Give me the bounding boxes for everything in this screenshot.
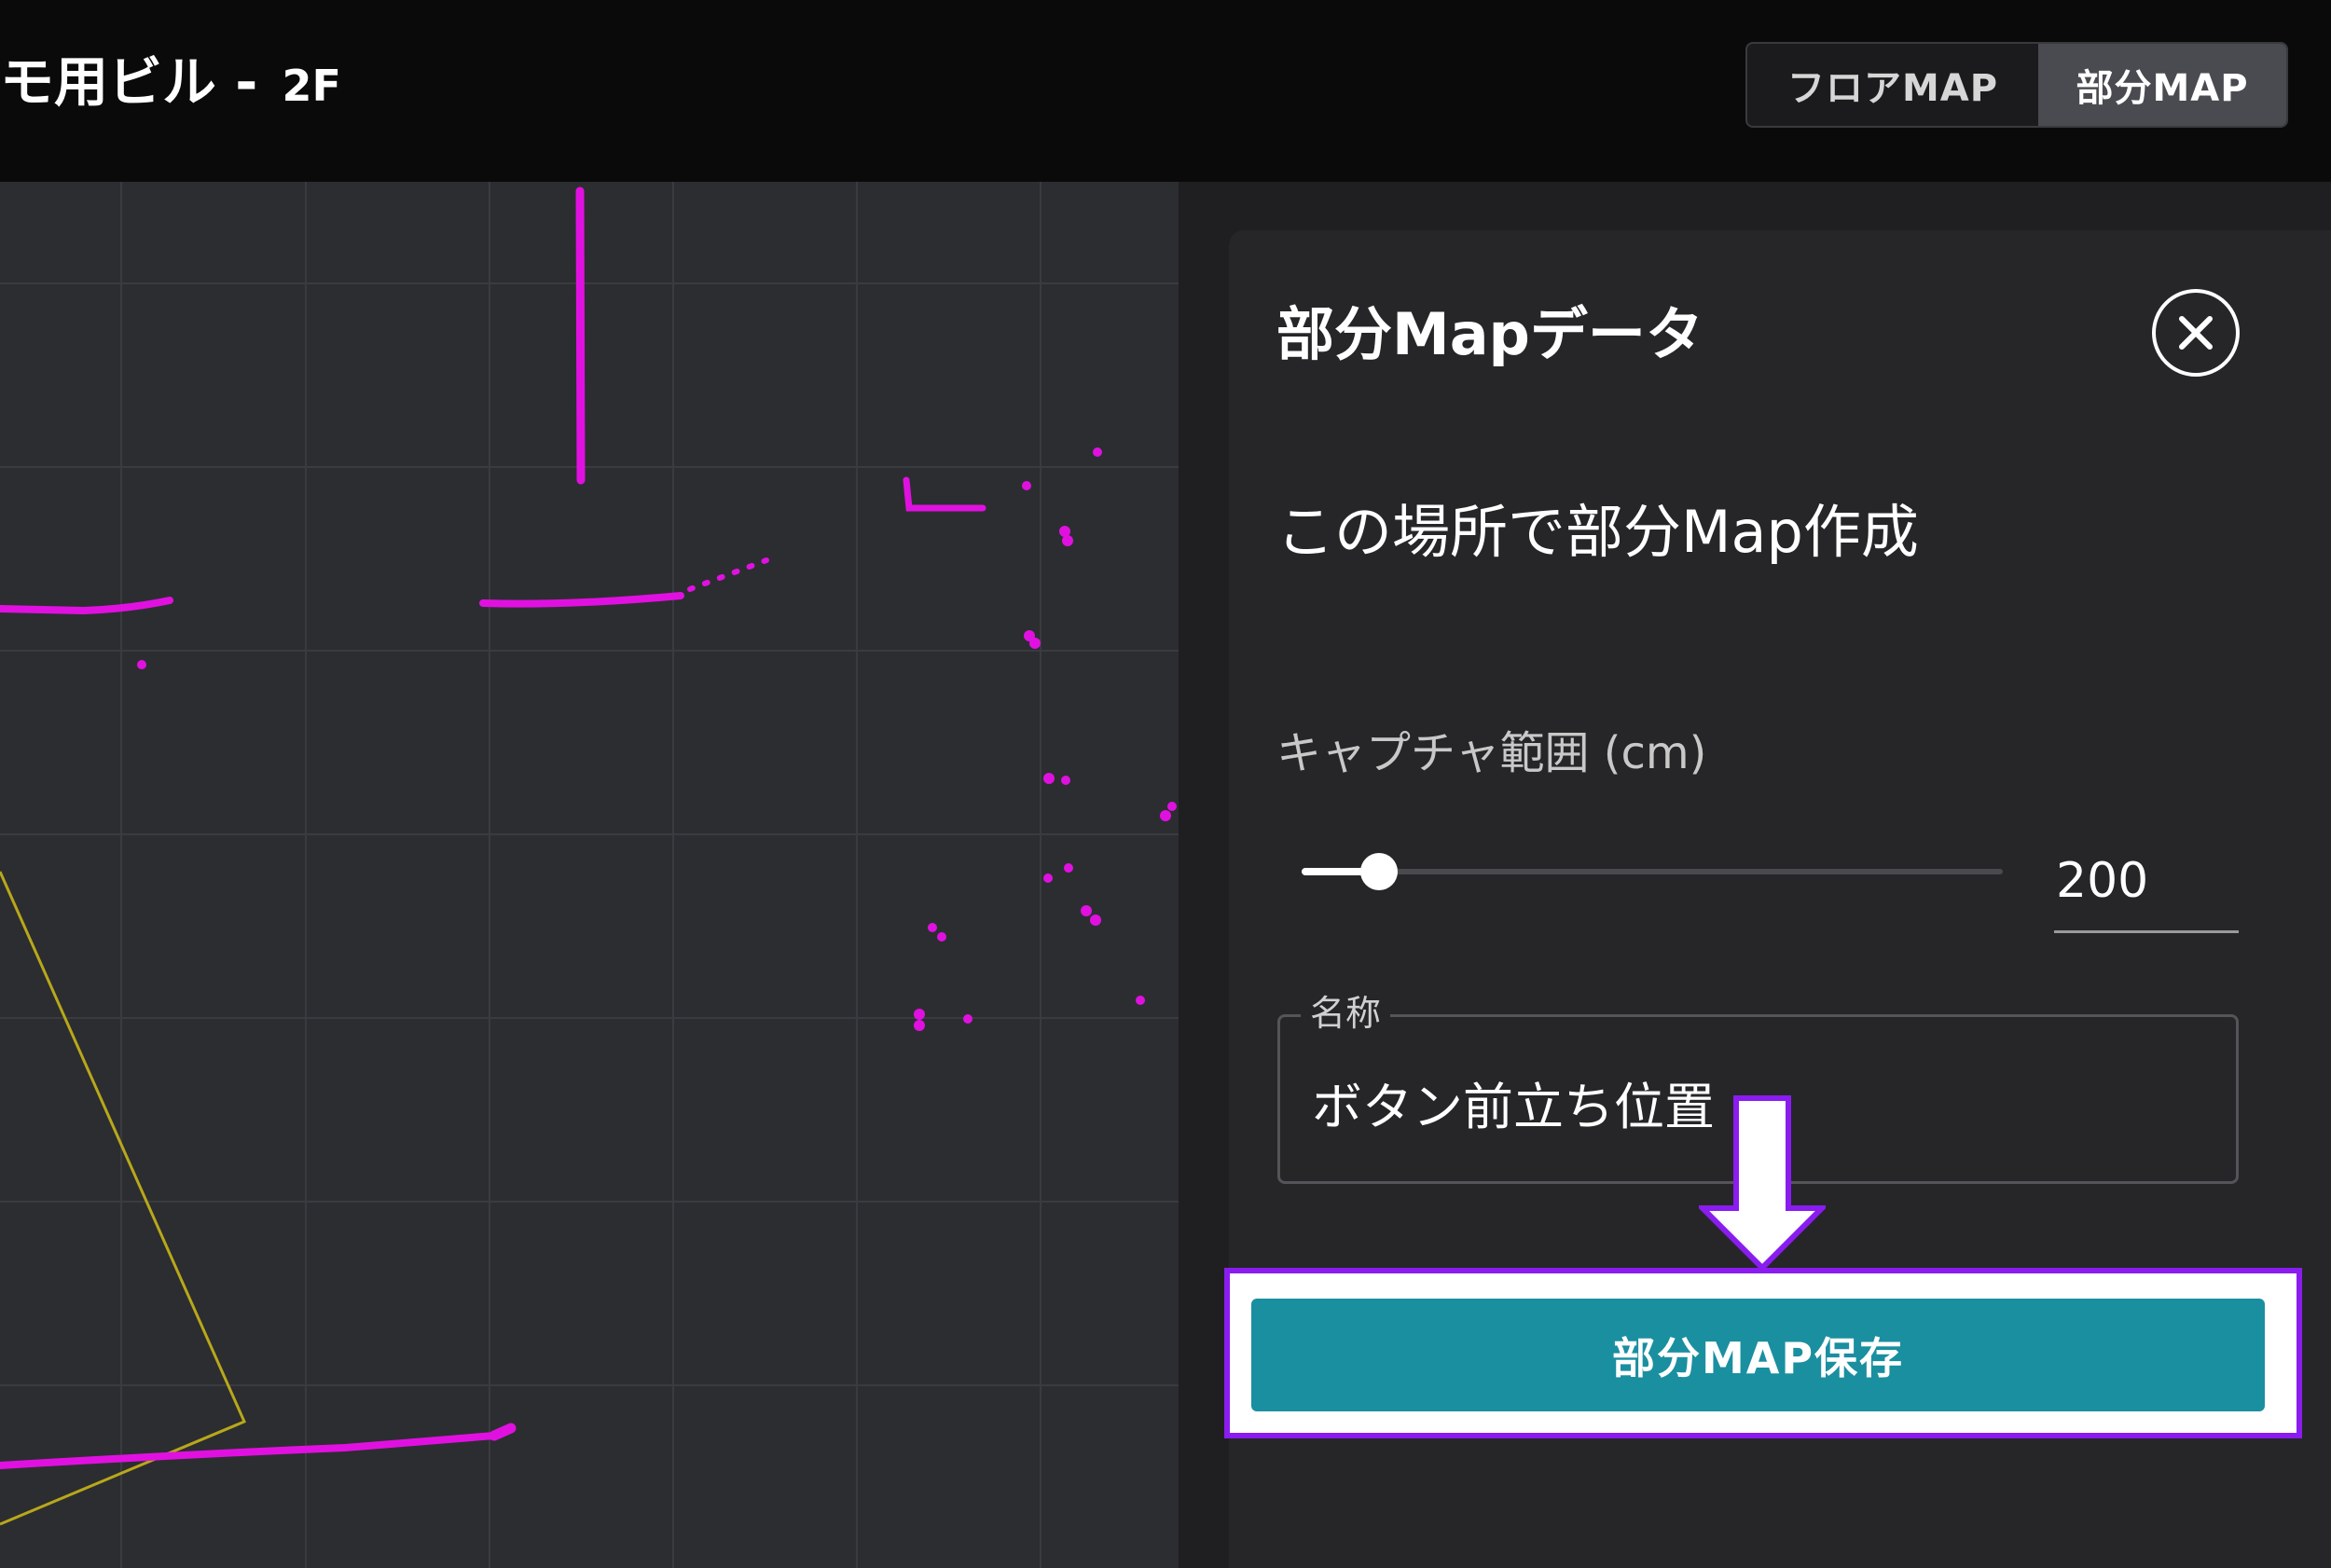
map-grid	[0, 182, 1179, 1568]
slider-rail	[1302, 869, 2003, 874]
lidar-isolated-points	[137, 447, 1177, 1031]
floor-map-toggle[interactable]: フロアMAP	[1747, 44, 2038, 126]
capture-range-slider[interactable]	[1302, 848, 2003, 895]
section-heading: この場所で部分Map作成	[1276, 498, 1919, 566]
close-icon	[2179, 316, 2213, 350]
save-part-map-button[interactable]: 部分MAP保存	[1251, 1299, 2265, 1411]
down-arrow-icon	[1699, 1095, 1826, 1272]
page-title: モ用ビル - 2F	[0, 45, 341, 123]
lidar-scan-points	[0, 186, 986, 1469]
name-field-value[interactable]: ボタン前立ち位置	[1312, 1066, 1715, 1139]
map-mode-toggle: フロアMAP 部分MAP	[1745, 42, 2288, 128]
capture-range-input[interactable]: 200	[2054, 844, 2239, 933]
panel-title: 部分Mapデータ	[1276, 300, 1703, 368]
name-field-label: 名称	[1301, 991, 1391, 1036]
slider-thumb[interactable]	[1360, 853, 1398, 890]
floor-label: 2F	[282, 61, 341, 111]
part-map-toggle[interactable]: 部分MAP	[2038, 44, 2286, 126]
building-name: モ用ビル -	[0, 50, 277, 114]
app-header: モ用ビル - 2F フロアMAP 部分MAP	[0, 0, 2331, 182]
close-button[interactable]	[2152, 289, 2240, 377]
map-canvas[interactable]	[0, 182, 1179, 1568]
capture-range-label: キャプチャ範囲 (cm)	[1276, 727, 1707, 779]
map-svg	[0, 182, 1179, 1568]
